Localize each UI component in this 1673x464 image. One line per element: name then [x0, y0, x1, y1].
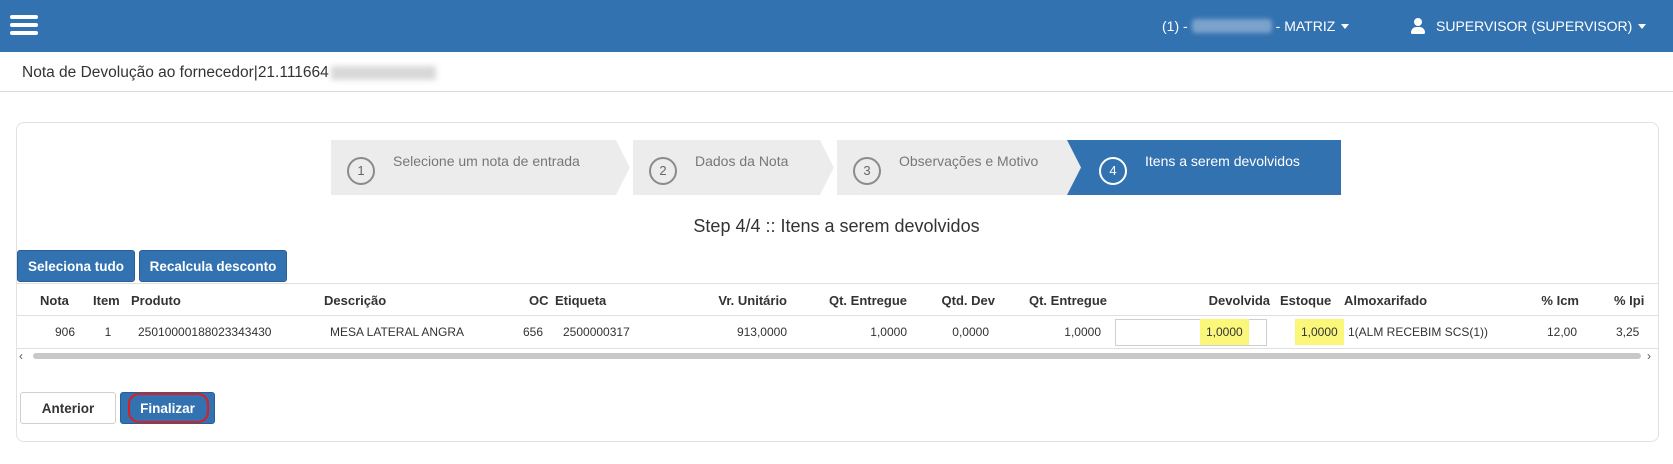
user-menu[interactable]: SUPERVISOR (SUPERVISOR)	[1410, 18, 1647, 34]
col-header-devolvida[interactable]: Devolvida	[1167, 284, 1270, 317]
estoque-value: 1,0000	[1295, 319, 1344, 345]
redacted-branch-name	[1191, 19, 1272, 33]
col-header-produto[interactable]: Produto	[131, 284, 181, 317]
step-heading: Step 4/4 :: Itens a serem devolvidos	[693, 216, 980, 236]
col-header-pct-icm[interactable]: % Icm	[1497, 284, 1579, 317]
col-header-qt-entregue-2[interactable]: Qt. Entregue	[977, 284, 1107, 317]
wizard-step-2[interactable]: 2 Dados da Nota	[633, 140, 821, 195]
user-icon	[1410, 18, 1426, 34]
wizard-step-3[interactable]: 3 Observações e Motivo	[837, 140, 1067, 195]
scroll-right-icon[interactable]: ›	[1647, 349, 1651, 363]
wizard-step-1[interactable]: 1 Selecione um nota de entrada	[331, 140, 617, 195]
horizontal-scrollbar[interactable]: ‹ ›	[17, 349, 1658, 363]
hamburger-icon[interactable]	[10, 15, 38, 35]
branch-selector[interactable]: (1) - - MATRIZ	[1162, 18, 1350, 34]
page-title: Nota de Devolução ao fornecedor|21.11166…	[22, 64, 329, 81]
cell-qtd-dev: 0,0000	[952, 325, 989, 339]
scrollbar-thumb[interactable]	[33, 353, 1641, 359]
cell-almoxarifado: 1(ALM RECEBIM SCS(1))	[1348, 325, 1489, 339]
page-header: Nota de Devolução ao fornecedor|21.11166…	[0, 52, 1673, 92]
wizard-step-4[interactable]: 4 Itens a serem devolvidos	[1083, 140, 1341, 195]
cell-vr-unitario: 913,0000	[736, 325, 787, 339]
step-number: 3	[853, 156, 881, 185]
cell-pct-icm: 12,00	[1546, 325, 1577, 339]
col-header-descricao[interactable]: Descrição	[324, 284, 386, 317]
chevron-down-icon	[1638, 23, 1647, 29]
table-header-row: Nota Item Produto Descrição OC Etiqueta …	[17, 283, 1658, 316]
cell-estoque: 1,0000	[1295, 316, 1344, 349]
cell-pct-ipi: 3,25	[1616, 325, 1640, 339]
step-label: Selecione um nota de entrada	[393, 152, 580, 169]
recalculate-discount-button[interactable]: Recalcula desconto	[139, 250, 287, 282]
redacted-supplier-name	[330, 66, 436, 80]
step-number: 1	[347, 156, 375, 185]
cell-oc: 656	[523, 325, 544, 339]
col-header-etiqueta[interactable]: Etiqueta	[555, 284, 606, 317]
previous-button[interactable]: Anterior	[20, 392, 116, 424]
annotation-highlight-circle	[128, 393, 209, 423]
step-label: Observações e Motivo	[899, 152, 1039, 169]
cell-descricao: MESA LATERAL ANGRA	[330, 325, 465, 339]
cell-devolvida: 1,0000	[1200, 316, 1249, 349]
branch-prefix: (1) -	[1162, 18, 1188, 34]
col-header-nota[interactable]: Nota	[40, 284, 69, 317]
page-title-wrap: Nota de Devolução ao fornecedor|21.11166…	[22, 64, 436, 82]
col-header-vr-unitario[interactable]: Vr. Unitário	[657, 284, 787, 317]
items-table: Nota Item Produto Descrição OC Etiqueta …	[17, 283, 1658, 349]
step-label: Dados da Nota	[695, 152, 789, 169]
chevron-down-icon	[1341, 23, 1350, 29]
cell-item: 1	[104, 325, 112, 339]
top-navbar: (1) - - MATRIZ SUPERVISOR (SUPERVISOR)	[0, 0, 1673, 52]
step-number: 2	[649, 156, 677, 185]
cell-nota: 906	[54, 325, 76, 339]
cell-etiqueta: 2500000317	[563, 325, 630, 339]
col-header-estoque[interactable]: Estoque	[1280, 284, 1331, 317]
cell-qt-entregue-2: 1,0000	[1064, 325, 1101, 339]
user-name: SUPERVISOR (SUPERVISOR)	[1436, 18, 1633, 34]
step-label: Itens a serem devolvidos	[1145, 152, 1300, 169]
branch-suffix: - MATRIZ	[1275, 18, 1336, 34]
col-header-item[interactable]: Item	[93, 284, 120, 317]
col-header-oc[interactable]: OC	[529, 284, 549, 317]
cell-produto: 25010000188023343430	[138, 325, 272, 339]
select-all-button[interactable]: Seleciona tudo	[17, 250, 135, 282]
col-header-pct-ipi[interactable]: % Ipi	[1614, 284, 1644, 317]
table-row[interactable]: 906 1 25010000188023343430 MESA LATERAL …	[17, 316, 1658, 349]
step-number: 4	[1099, 156, 1127, 185]
col-header-almoxarifado[interactable]: Almoxarifado	[1344, 284, 1427, 317]
devolvida-value: 1,0000	[1200, 319, 1249, 345]
wizard-steps: 1 Selecione um nota de entrada 2 Dados d…	[331, 140, 1341, 195]
scroll-left-icon[interactable]: ‹	[19, 349, 23, 363]
